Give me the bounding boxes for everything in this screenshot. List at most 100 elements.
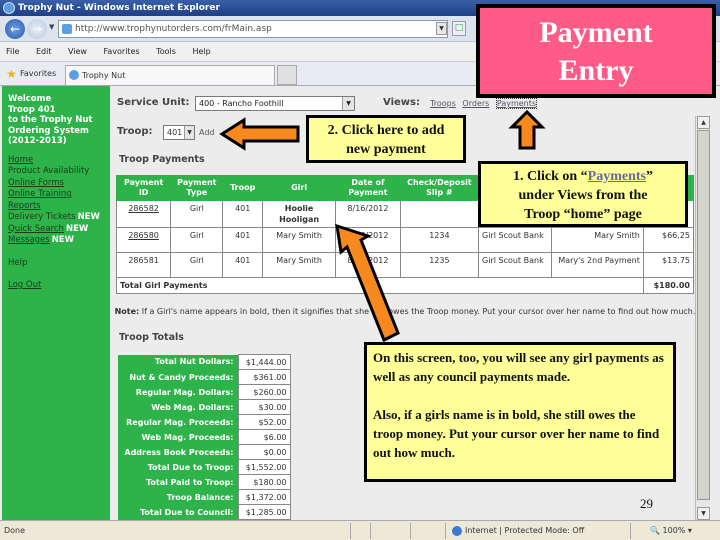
- status-divider: [630, 523, 631, 539]
- totals-row: Total Nut Dollars: $1,444.00: [118, 354, 291, 370]
- menu-help[interactable]: Help: [192, 47, 210, 56]
- status-divider: [350, 523, 351, 539]
- payment-id[interactable]: 286581: [115, 252, 172, 278]
- troop-label: Troop:: [117, 126, 153, 137]
- sidebar-item-quick-search[interactable]: Quick Search NEW: [8, 224, 104, 236]
- back-button[interactable]: ←: [5, 19, 25, 39]
- sidebar-item-product-availability[interactable]: Product Availability: [8, 166, 104, 178]
- troop-cell: 401: [222, 252, 264, 278]
- service-unit-value: 400 - Rancho Foothill: [199, 99, 284, 108]
- check-number: [399, 200, 480, 228]
- totals-row: Total Due to Troop: $1,552.00: [118, 459, 291, 475]
- menu-view[interactable]: View: [68, 47, 87, 56]
- totals-row: Troop Balance: $1,372.00: [118, 489, 291, 505]
- sidebar-item-online-forms[interactable]: Online Forms: [8, 178, 104, 190]
- browser-tab[interactable]: Trophy Nut: [65, 65, 275, 85]
- scroll-down-button[interactable]: ▼: [697, 507, 710, 520]
- sidebar-item-home[interactable]: Home: [8, 155, 104, 167]
- troop-select[interactable]: 401 ▼: [163, 125, 195, 140]
- table-row: 286580 Girl 401 Mary Smith 8/16/2012 123…: [115, 227, 695, 253]
- add-payment-link[interactable]: Add: [199, 128, 215, 137]
- chevron-down-icon: ▼: [184, 126, 194, 139]
- check-number: 1235: [399, 252, 480, 278]
- totals-value: $6.00: [237, 429, 291, 445]
- sidebar-item-delivery-tickets[interactable]: Delivery Tickets NEW: [8, 212, 104, 224]
- welcome-line: Ordering System: [8, 125, 89, 136]
- payment-id-link[interactable]: 286582: [115, 200, 172, 228]
- slide-number: 29: [640, 496, 653, 511]
- sidebar-item-reports[interactable]: Reports: [8, 201, 104, 213]
- scroll-thumb[interactable]: [697, 130, 710, 500]
- sidebar-item-help[interactable]: Help: [8, 258, 104, 270]
- url-dropdown-button[interactable]: ▼: [436, 22, 447, 35]
- totals-row: Nut & Candy Proceeds: $361.00: [118, 369, 291, 385]
- callout-text: ”: [646, 169, 653, 184]
- totals-row: Web Mag. Dollars: $30.00: [118, 399, 291, 415]
- window-title: Trophy Nut - Windows Internet Explorer: [18, 3, 220, 13]
- status-divider: [370, 523, 371, 539]
- troop-cell: 401: [222, 227, 264, 253]
- forward-button[interactable]: →: [27, 19, 47, 39]
- payment-id-link[interactable]: 286580: [115, 227, 172, 253]
- zoom-level: 100%: [662, 526, 686, 535]
- url-text: http://www.trophynutorders.com/frMain.as…: [75, 24, 272, 34]
- payment-date: 8/16/2012: [335, 252, 401, 278]
- bank: Girl Scout Bank: [478, 252, 553, 278]
- callout-line: Troop “home” page: [524, 207, 642, 222]
- total-value: $180.00: [642, 277, 695, 294]
- security-zone-text: Internet | Protected Mode: Off: [465, 526, 585, 535]
- view-link-orders[interactable]: Orders: [462, 99, 489, 108]
- totals-value: $260.00: [237, 384, 291, 400]
- new-tab-button[interactable]: [277, 65, 297, 85]
- new-badge: NEW: [51, 235, 74, 245]
- compatibility-view-icon[interactable]: □: [452, 21, 466, 36]
- totals-label: Web Mag. Proceeds:: [118, 429, 238, 445]
- new-badge: NEW: [65, 223, 89, 234]
- totals-value: $1,444.00: [237, 354, 291, 370]
- sidebar: Welcome Troop 401 to the Trophy Nut Orde…: [2, 86, 110, 520]
- welcome-line: Troop 401: [8, 104, 56, 115]
- vertical-scrollbar[interactable]: ▲ ▼: [695, 116, 710, 520]
- views-links: Troops Orders Payments: [430, 98, 541, 109]
- sidebar-item-logout[interactable]: Log Out: [8, 280, 104, 292]
- girl-name[interactable]: Hoolie Hooligan: [262, 200, 337, 228]
- status-divider: [410, 523, 411, 539]
- favorites-star-icon[interactable]: ★: [6, 62, 17, 86]
- welcome-text: Welcome Troop 401 to the Trophy Nut Orde…: [8, 94, 104, 147]
- url-input[interactable]: http://www.trophynutorders.com/frMain.as…: [58, 20, 448, 38]
- totals-label: Total Due to Troop:: [118, 459, 238, 475]
- history-dropdown-icon[interactable]: ▼: [49, 23, 54, 31]
- view-link-troops[interactable]: Troops: [430, 99, 456, 108]
- troop-totals-table: Total Nut Dollars: $1,444.00 Nut & Candy …: [118, 354, 291, 520]
- sidebar-item-label: Messages: [8, 235, 50, 245]
- totals-value: $30.00: [237, 399, 291, 415]
- scroll-up-button[interactable]: ▲: [697, 116, 710, 129]
- welcome-line: to the Trophy Nut: [8, 115, 93, 125]
- view-link-payments[interactable]: Payments: [495, 98, 538, 109]
- views-label: Views:: [383, 97, 420, 108]
- callout-line: 2. Click here to add: [327, 123, 445, 138]
- payment-type: Girl: [170, 227, 224, 253]
- ie-logo-icon: [3, 2, 15, 14]
- menu-favorites[interactable]: Favorites: [104, 47, 140, 56]
- sidebar-item-online-training[interactable]: Online Training: [8, 189, 104, 201]
- girl-name[interactable]: Mary Smith: [262, 252, 337, 278]
- welcome-line: Welcome: [8, 94, 52, 104]
- service-unit-select[interactable]: 400 - Rancho Foothill ▼: [195, 96, 355, 111]
- menu-edit[interactable]: Edit: [36, 47, 52, 56]
- col-header: Check/Deposit Slip #: [399, 175, 480, 201]
- zoom-control[interactable]: 🔍 100% ▾: [650, 521, 692, 540]
- totals-label: Total Paid to Troop:: [118, 474, 238, 490]
- totals-row: Web Mag. Proceeds: $6.00: [118, 429, 291, 445]
- security-zone[interactable]: Internet | Protected Mode: Off: [452, 521, 584, 540]
- col-header: Payment Type: [170, 175, 224, 201]
- menu-file[interactable]: File: [6, 47, 19, 56]
- col-header: Girl: [262, 175, 337, 201]
- sidebar-item-messages[interactable]: Messages NEW: [8, 235, 104, 247]
- favorites-button[interactable]: Favorites: [20, 62, 56, 86]
- col-header: Payment ID: [115, 175, 172, 201]
- girl-name[interactable]: Mary Smith: [262, 227, 337, 253]
- callout-line: under Views from the: [518, 188, 648, 203]
- menu-tools[interactable]: Tools: [156, 47, 176, 56]
- totals-value: $52.00: [237, 414, 291, 430]
